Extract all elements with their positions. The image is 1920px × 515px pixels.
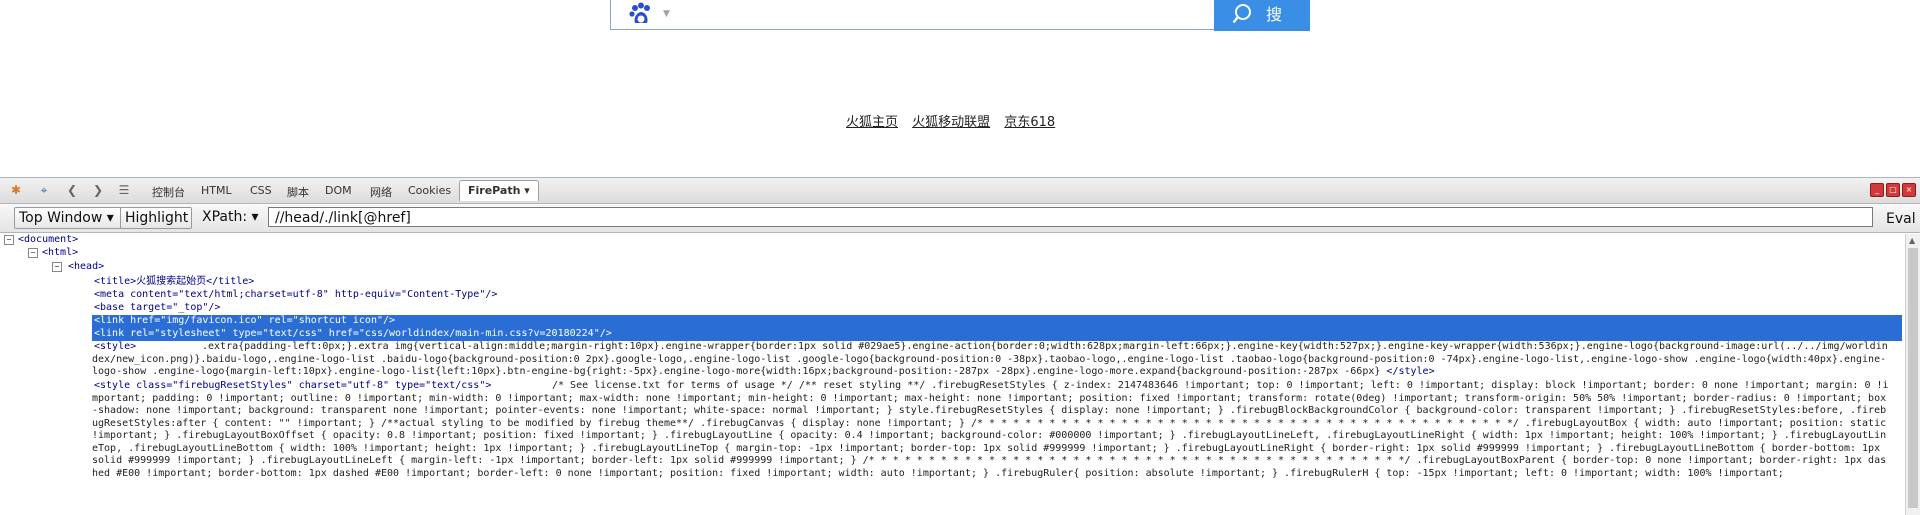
style-content-1: .extra{padding-left:0px;}.extra img{vert…: [92, 341, 1892, 378]
tab-console[interactable]: 控制台: [152, 184, 185, 200]
collapse-document-icon[interactable]: −: [4, 235, 14, 245]
xpath-mode-select[interactable]: XPath: ▾: [198, 207, 264, 227]
firebug-toolbar: ✱ ⌖ ❮ ❯ ☰ 控制台 HTML CSS 脚本 DOM 网络 Cookies…: [0, 178, 1920, 204]
tab-firepath[interactable]: FirePath ▾: [459, 180, 539, 201]
tab-css[interactable]: CSS: [250, 184, 272, 197]
xpath-input[interactable]: //head/./link[@href]: [268, 207, 1873, 227]
search-input[interactable]: ▼: [610, 0, 1216, 30]
top-window-select[interactable]: Top Window ▾: [14, 207, 122, 229]
link-firefox-home[interactable]: 火狐主页: [846, 115, 898, 130]
chevron-down-icon[interactable]: ▼: [663, 9, 670, 19]
tab-script[interactable]: 脚本: [287, 184, 309, 200]
tree-scrollbar[interactable]: ▲: [1905, 234, 1920, 515]
tab-firepath-label: FirePath: [468, 184, 521, 197]
baidu-paw-icon[interactable]: [627, 2, 655, 26]
inspect-icon[interactable]: ⌖: [36, 182, 52, 198]
node-title[interactable]: <title>火狐搜索起始页</title>: [94, 276, 254, 289]
style-content-1-text: .extra{padding-left:0px;}.extra img{vert…: [92, 341, 1888, 377]
node-link-stylesheet[interactable]: <link rel="stylesheet" type="text/css" h…: [94, 328, 612, 341]
detach-icon[interactable]: □: [1886, 183, 1900, 197]
collapse-html-icon[interactable]: −: [28, 248, 38, 258]
tab-dom[interactable]: DOM: [325, 184, 352, 197]
search-button-label: 搜 索: [1266, 5, 1287, 53]
search-bar: ▼ 搜 索: [610, 0, 1310, 53]
list-icon[interactable]: ☰: [116, 182, 132, 198]
tab-cookies[interactable]: Cookies: [408, 184, 451, 197]
node-head[interactable]: <head>: [68, 261, 104, 274]
forward-icon[interactable]: ❯: [90, 182, 106, 198]
collapse-head-icon[interactable]: −: [52, 262, 62, 272]
search-icon: [1232, 4, 1251, 24]
link-firefox-mobile[interactable]: 火狐移动联盟: [912, 115, 990, 130]
eval-button[interactable]: Eval: [1886, 211, 1916, 227]
link-jd-618[interactable]: 京东618: [1004, 115, 1055, 130]
xpath-label: XPath:: [202, 209, 248, 225]
node-base[interactable]: <base target="_top"/>: [94, 302, 220, 315]
top-window-label: Top Window: [19, 210, 103, 226]
tab-html[interactable]: HTML: [201, 184, 232, 197]
back-icon[interactable]: ❮: [64, 182, 80, 198]
node-document[interactable]: <document>: [18, 234, 78, 247]
node-link-favicon[interactable]: <link href="img/favicon.ico" rel="shortc…: [94, 315, 395, 328]
scroll-thumb[interactable]: [1908, 248, 1918, 508]
node-html[interactable]: <html>: [42, 247, 78, 260]
node-style-close[interactable]: </style>: [1386, 366, 1434, 377]
dom-tree: − <document> − <html> − <head> <title>火狐…: [0, 234, 1904, 515]
node-meta[interactable]: <meta content="text/html;charset=utf-8" …: [94, 289, 497, 302]
xpath-bar: Top Window ▾ Highlight XPath: ▾ //head/.…: [0, 204, 1920, 233]
scroll-up-icon[interactable]: ▲: [1909, 236, 1915, 245]
firebug-icon[interactable]: ✱: [8, 182, 24, 198]
tab-net[interactable]: 网络: [370, 184, 392, 200]
firebug-panel: ✱ ⌖ ❮ ❯ ☰ 控制台 HTML CSS 脚本 DOM 网络 Cookies…: [0, 177, 1920, 515]
quick-links: 火狐主页 火狐移动联盟 京东618: [846, 111, 1065, 130]
minimize-icon[interactable]: _: [1870, 183, 1884, 197]
highlight-button[interactable]: Highlight: [120, 207, 192, 229]
style-content-2: /* See license.txt for terms of usage */…: [92, 380, 1889, 479]
close-icon[interactable]: ×: [1902, 183, 1916, 197]
search-button[interactable]: 搜 索: [1214, 0, 1310, 53]
